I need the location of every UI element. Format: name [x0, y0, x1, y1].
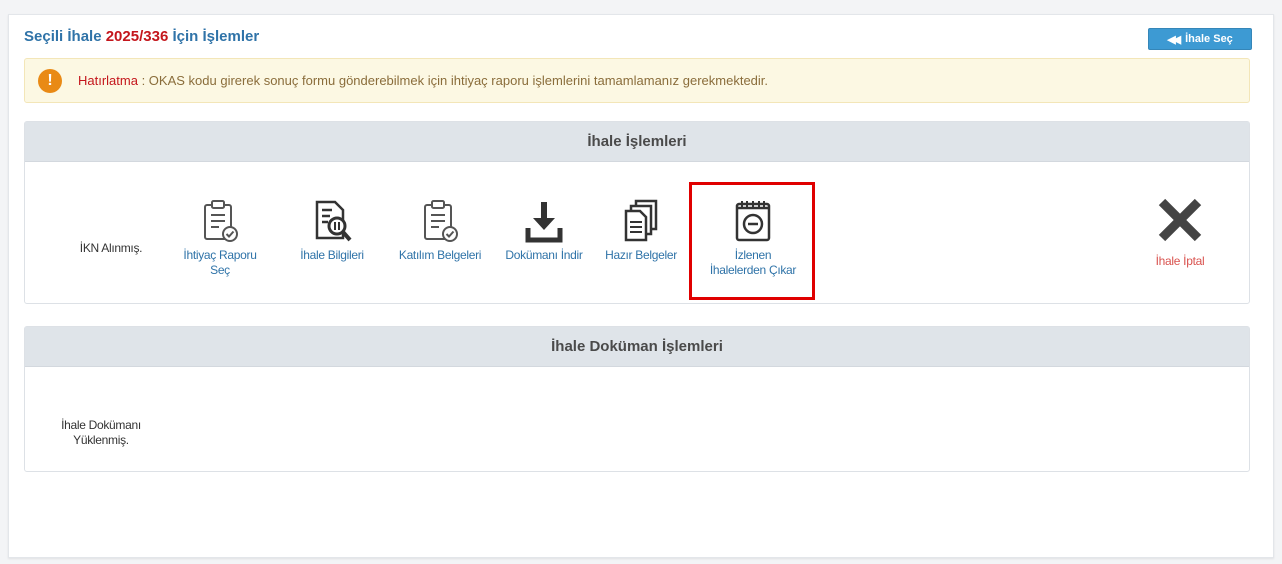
document-check-icon: [196, 196, 244, 244]
alert-text: : OKAS kodu girerek sonuç formu göndereb…: [137, 73, 769, 88]
exclamation-icon: !: [38, 68, 62, 93]
cross-icon: [1156, 196, 1204, 244]
ihale-number: 2025/336: [105, 28, 169, 45]
double-chevron-left-icon: ◀◀: [1167, 33, 1181, 46]
ihtiyac-raporu-sec-action[interactable]: İhtiyaç Raporu Seç: [172, 196, 268, 278]
highlight-box: [689, 182, 815, 300]
katilim-belgeleri-label: Katılım Belgeleri: [398, 248, 482, 262]
title-suffix: İçin İşlemler: [168, 28, 260, 45]
alert-label: Hatırlatma: [78, 73, 138, 88]
ihale-bilgileri-label: İhale Bilgileri: [300, 248, 364, 262]
ihale-iptal-label: İhale İptal: [1155, 254, 1205, 268]
reminder-alert: ! Hatırlatma : OKAS kodu girerek sonuç f…: [24, 58, 1250, 103]
ihtiyac-raporu-sec-label: İhtiyaç Raporu Seç: [183, 248, 257, 277]
dokumani-indir-label: Dokümanı İndir: [505, 248, 583, 262]
ikn-status-text: İKN Alınmış.: [79, 241, 143, 255]
dokumani-indir-action[interactable]: Dokümanı İndir: [494, 196, 594, 263]
ihale-sec-button[interactable]: ◀◀ İhale Seç: [1148, 28, 1252, 50]
dokuman-status-text: İhale Dokümanı Yüklenmiş.: [61, 418, 141, 447]
ihale-dokuman-islemleri-panel: İhale Doküman İşlemleri: [24, 326, 1250, 472]
ihale-sec-label: İhale Seç: [1185, 33, 1233, 45]
ihale-dokuman-islemleri-heading: İhale Doküman İşlemleri: [25, 327, 1249, 367]
katilim-belgeleri-action[interactable]: Katılım Belgeleri: [388, 196, 492, 263]
alert-message: Hatırlatma : OKAS kodu girerek sonuç for…: [78, 73, 768, 88]
ihale-bilgileri-action[interactable]: İhale Bilgileri: [284, 196, 380, 263]
ihale-iptal-action[interactable]: İhale İptal: [1140, 196, 1220, 269]
hazir-belgeler-action[interactable]: Hazır Belgeler: [594, 196, 688, 263]
document-check-icon: [416, 196, 464, 244]
ihale-islemleri-heading: İhale İşlemleri: [25, 122, 1249, 162]
hazir-belgeler-label: Hazır Belgeler: [605, 248, 677, 262]
download-icon: [520, 196, 568, 244]
documents-stack-icon: [617, 196, 665, 244]
document-search-icon: [308, 196, 356, 244]
title-prefix: Seçili İhale: [24, 28, 106, 45]
page-title: Seçili İhale 2025/336 İçin İşlemler: [24, 28, 259, 45]
